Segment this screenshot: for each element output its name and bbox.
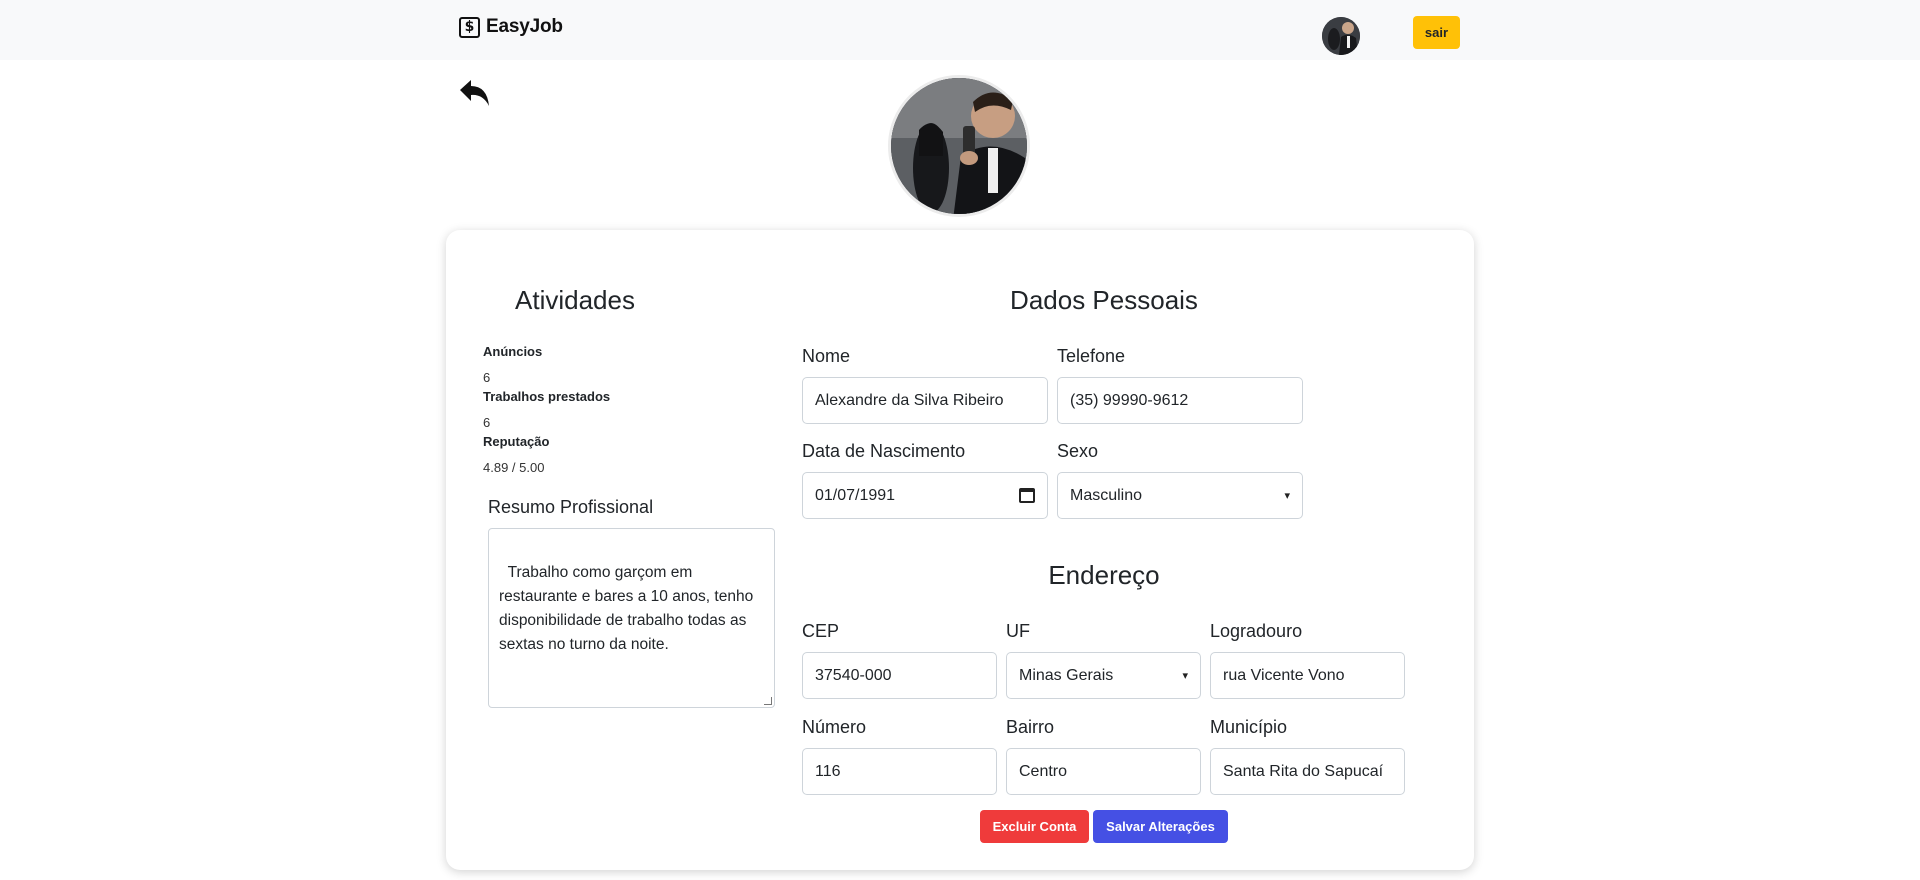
street-field[interactable]: rua Vicente Vono [1210, 652, 1405, 699]
number-field[interactable]: 116 [802, 748, 997, 795]
birth-date-value: 01/07/1991 [815, 486, 896, 504]
chevron-down-icon: ▾ [1182, 670, 1188, 682]
user-avatar[interactable] [1322, 17, 1360, 55]
district-label: Bairro [1006, 717, 1055, 737]
birth-date-field[interactable]: 01/07/1991 [802, 472, 1048, 519]
cep-value: 37540-000 [815, 666, 892, 684]
city-field[interactable]: Santa Rita do Sapucaí [1210, 748, 1405, 795]
city-label: Município [1210, 717, 1288, 737]
street-value: rua Vicente Vono [1223, 666, 1345, 684]
delete-account-button[interactable]: Excluir Conta [980, 810, 1089, 843]
uf-label: UF [1006, 621, 1030, 641]
summary-textarea[interactable]: Trabalho como garçom em restaurante e ba… [488, 528, 775, 708]
phone-field[interactable]: (35) 99990-9612 [1057, 377, 1303, 424]
uf-select[interactable]: Minas Gerais ▾ [1006, 652, 1201, 699]
summary-label: Resumo Profissional [488, 497, 654, 517]
navbar: $ EasyJob sair [0, 0, 1920, 60]
stat-label-reputation: Reputação [483, 434, 550, 449]
address-heading: Endereço [1048, 560, 1160, 590]
cep-field[interactable]: 37540-000 [802, 652, 997, 699]
personal-data-heading: Dados Pessoais [1010, 285, 1198, 315]
chevron-down-icon: ▾ [1284, 490, 1290, 502]
district-field[interactable]: Centro [1006, 748, 1201, 795]
street-label: Logradouro [1210, 621, 1303, 641]
activities-heading: Atividades [515, 285, 635, 315]
sex-label: Sexo [1057, 441, 1099, 461]
birth-date-label: Data de Nascimento [802, 441, 966, 461]
reply-arrow-icon[interactable] [458, 78, 492, 110]
brand-name: EasyJob [486, 16, 563, 37]
number-label: Número [802, 717, 867, 737]
sex-select[interactable]: Masculino ▾ [1057, 472, 1303, 519]
uf-value: Minas Gerais [1019, 666, 1114, 684]
name-field[interactable]: Alexandre da Silva Ribeiro [802, 377, 1048, 424]
number-value: 116 [815, 762, 841, 780]
logout-button[interactable]: sair [1413, 16, 1460, 49]
district-value: Centro [1019, 762, 1068, 780]
summary-text: Trabalho como garçom em restaurante e ba… [499, 564, 754, 653]
stat-label-ads: Anúncios [483, 344, 543, 359]
name-value: Alexandre da Silva Ribeiro [815, 391, 1004, 409]
save-changes-button[interactable]: Salvar Alterações [1093, 810, 1228, 843]
phone-label: Telefone [1057, 346, 1126, 366]
profile-photo[interactable] [888, 75, 1030, 217]
stat-value-ads: 6 [483, 370, 491, 385]
dollar-square-icon: $ [459, 16, 480, 38]
city-value: Santa Rita do Sapucaí [1223, 762, 1384, 780]
stat-label-jobs: Trabalhos prestados [483, 389, 611, 404]
phone-value: (35) 99990-9612 [1070, 391, 1189, 409]
stat-value-reputation: 4.89 / 5.00 [483, 460, 545, 475]
calendar-icon[interactable] [1019, 488, 1035, 503]
sex-value: Masculino [1070, 486, 1143, 504]
resize-handle[interactable] [764, 697, 772, 705]
cep-label: CEP [802, 621, 840, 641]
name-label: Nome [802, 346, 851, 366]
brand-link[interactable]: $ EasyJob [459, 16, 563, 38]
stat-value-jobs: 6 [483, 415, 491, 430]
